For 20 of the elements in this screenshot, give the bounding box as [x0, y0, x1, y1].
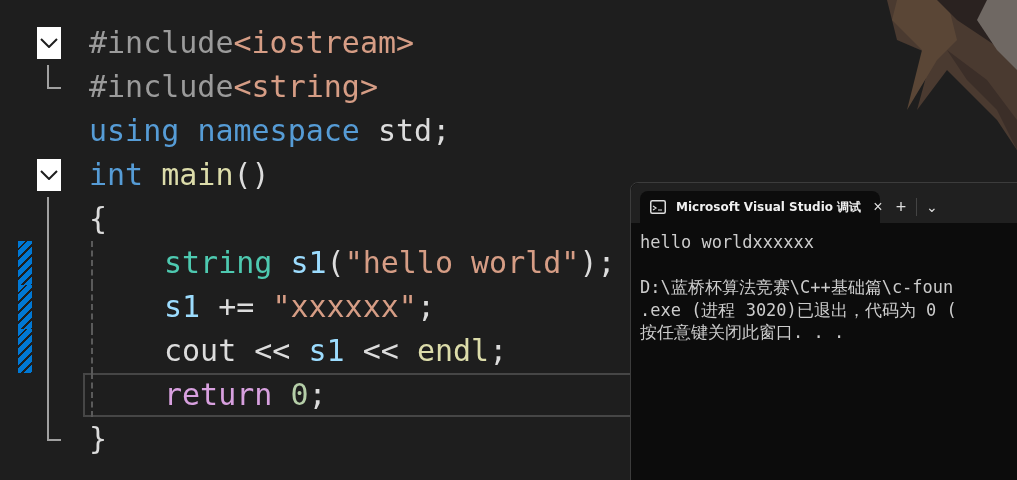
- fold-guide-end: [47, 65, 61, 89]
- code-line: }: [88, 420, 109, 458]
- fold-guide-end: [47, 417, 61, 441]
- chevron-down-icon: [40, 38, 58, 48]
- console-tab[interactable]: Microsoft Visual Studio 调试 ×: [640, 191, 880, 223]
- code-line: int main(): [88, 156, 271, 194]
- fold-toggle[interactable]: [37, 159, 61, 191]
- chevron-down-icon: [40, 170, 58, 180]
- console-output-line: .exe (进程 3020)已退出，代码为 0 (: [640, 299, 957, 320]
- code-line: using namespace std;: [88, 112, 452, 150]
- console-output-line: D:\蓝桥杯算法竞赛\C++基础篇\c-foun: [640, 277, 954, 297]
- terminal-icon: [650, 200, 666, 214]
- fold-toggle[interactable]: [37, 27, 61, 59]
- new-tab-button[interactable]: +: [886, 191, 916, 223]
- console-output-line: hello worldxxxxxx: [640, 232, 814, 252]
- code-line: #include<string>: [88, 68, 379, 106]
- tab-title: Microsoft Visual Studio 调试: [676, 198, 862, 216]
- dropdown-button[interactable]: ⌄: [917, 191, 947, 223]
- code-line: {: [88, 200, 109, 238]
- code-line: #include<iostream>: [88, 24, 416, 62]
